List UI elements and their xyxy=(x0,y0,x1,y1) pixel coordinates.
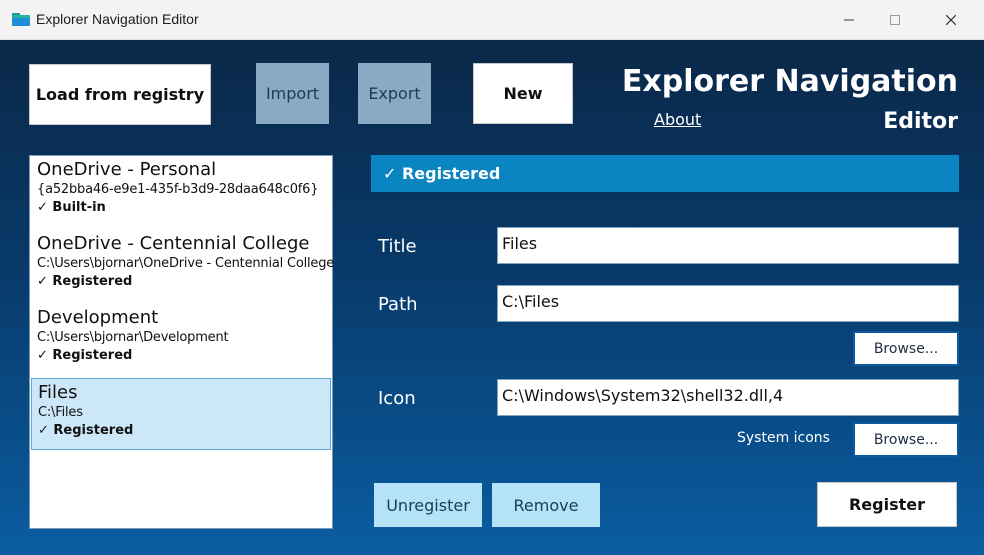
list-item-path: C:\Users\bjornar\Development xyxy=(37,330,229,345)
export-button[interactable]: Export xyxy=(358,63,431,124)
remove-button[interactable]: Remove xyxy=(492,483,600,527)
list-item[interactable]: Development C:\Users\bjornar\Development… xyxy=(31,304,331,376)
close-icon xyxy=(946,14,956,25)
minimize-icon xyxy=(844,19,854,20)
title-input[interactable]: Files xyxy=(497,227,959,264)
list-item-path: {a52bba46-e9e1-435f-b3d9-28daa648c0f6} xyxy=(37,182,319,197)
list-item-path: C:\Users\bjornar\OneDrive - Centennial C… xyxy=(37,256,335,271)
list-item-path: C:\Files xyxy=(38,405,83,420)
browse-path-button[interactable]: Browse... xyxy=(853,331,959,366)
icon-input[interactable]: C:\Windows\System32\shell32.dll,4 xyxy=(497,379,959,416)
list-item[interactable]: OneDrive - Centennial College C:\Users\b… xyxy=(31,230,335,302)
maximize-icon xyxy=(890,14,900,25)
maximize-button[interactable] xyxy=(872,0,918,39)
app-window: Explorer Navigation Editor Load from reg… xyxy=(0,0,984,555)
close-button[interactable] xyxy=(918,0,984,39)
path-input[interactable]: C:\Files xyxy=(497,285,959,322)
page-title: Explorer Navigation Editor xyxy=(622,62,958,142)
list-item-name: Development xyxy=(37,307,159,328)
list-item-status: ✓ Built-in xyxy=(37,200,106,215)
location-list[interactable]: OneDrive - Personal {a52bba46-e9e1-435f-… xyxy=(29,155,335,529)
folder-icon xyxy=(12,13,30,26)
title-bar: Explorer Navigation Editor xyxy=(0,0,984,40)
path-label: Path xyxy=(378,294,418,315)
load-from-registry-button[interactable]: Load from registry xyxy=(29,64,211,125)
window-title: Explorer Navigation Editor xyxy=(36,11,199,27)
status-banner: ✓ Registered xyxy=(371,155,959,192)
list-item-status: ✓ Registered xyxy=(37,348,133,363)
register-button[interactable]: Register xyxy=(817,482,957,527)
system-icons-link[interactable]: System icons xyxy=(737,430,830,446)
page-title-line1: Explorer Navigation xyxy=(621,64,958,99)
unregister-button[interactable]: Unregister xyxy=(374,483,482,527)
list-item-name: Files xyxy=(38,382,78,403)
about-link[interactable]: About xyxy=(654,110,701,129)
minimize-button[interactable] xyxy=(826,0,872,39)
list-item-status: ✓ Registered xyxy=(37,274,133,289)
list-item-selected[interactable]: Files C:\Files ✓ Registered xyxy=(31,378,331,450)
browse-icon-button[interactable]: Browse... xyxy=(853,422,959,457)
import-button[interactable]: Import xyxy=(256,63,329,124)
list-item-name: OneDrive - Personal xyxy=(37,159,217,180)
new-button[interactable]: New xyxy=(473,63,573,124)
title-label: Title xyxy=(378,236,417,257)
main-panel: Load from registry Import Export New Exp… xyxy=(0,40,984,555)
list-item-status: ✓ Registered xyxy=(38,423,134,438)
list-item[interactable]: OneDrive - Personal {a52bba46-e9e1-435f-… xyxy=(31,156,331,228)
icon-label: Icon xyxy=(378,388,416,409)
list-item-name: OneDrive - Centennial College xyxy=(37,233,310,254)
